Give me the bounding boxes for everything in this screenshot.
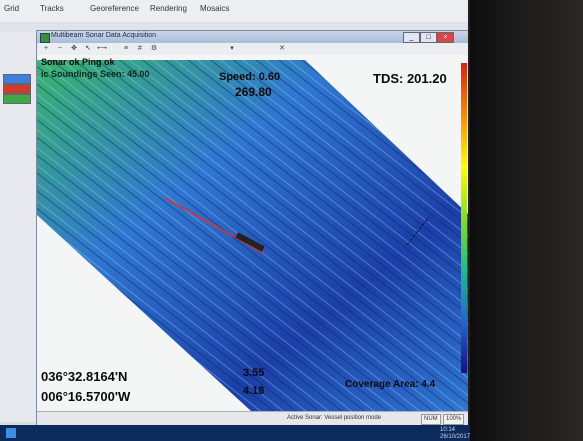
clock-date: 26/10/2017 xyxy=(440,434,471,440)
clock-time: 10:14 xyxy=(440,427,456,433)
monitor-screen: Grid Tracks Georeference Rendering Mosai… xyxy=(0,0,468,425)
window-titlebar[interactable]: Multibeam Sonar Data Acquisition _ □ × xyxy=(37,31,468,43)
sonar-status: Sonar ok Ping ok xyxy=(41,57,115,67)
cancel-tool-icon[interactable]: ✕ xyxy=(277,44,287,53)
dropdown-icon[interactable]: ▾ xyxy=(227,44,237,53)
zoom-out-icon[interactable]: − xyxy=(55,44,65,53)
monitor-bezel xyxy=(470,0,583,441)
status-cell-num: NUM xyxy=(421,414,441,425)
measure-icon[interactable]: ⟷ xyxy=(97,44,107,53)
settings-icon[interactable]: ⚙ xyxy=(149,44,159,53)
latitude-readout: 036°32.8164'N xyxy=(41,369,128,384)
depth-color-scale xyxy=(461,63,467,373)
color-swatch-red[interactable] xyxy=(3,84,31,94)
host-tab-tracks[interactable]: Tracks xyxy=(40,4,64,13)
close-button[interactable]: × xyxy=(437,32,454,43)
depth-value-a: 3.55 xyxy=(243,367,265,379)
minimize-button[interactable]: _ xyxy=(403,32,420,43)
heading-readout: 269.80 xyxy=(235,85,272,99)
host-tab-rendering[interactable]: Rendering xyxy=(150,4,187,13)
maximize-button[interactable]: □ xyxy=(420,32,437,43)
status-cell-zoom: 100% xyxy=(443,414,465,425)
color-swatch-green[interactable] xyxy=(3,94,31,104)
windows-start-icon[interactable] xyxy=(6,428,16,438)
statusbar-text: Active Sonar: Vessel position mode xyxy=(287,415,382,421)
window-statusbar: Active Sonar: Vessel position mode NUM 1… xyxy=(37,411,468,425)
zoom-in-icon[interactable]: + xyxy=(41,44,51,53)
coverage-readout: Coverage Area: 4.4 xyxy=(345,379,436,390)
depth-value-b: 4.18 xyxy=(243,385,265,397)
speed-readout: Speed: 0.60 xyxy=(219,71,281,83)
select-icon[interactable]: ↖ xyxy=(83,44,93,53)
longitude-readout: 006°16.5700'W xyxy=(41,389,131,404)
taskbar-clock[interactable]: 10:14 26/10/2017 xyxy=(440,427,470,441)
grid-icon[interactable]: # xyxy=(135,44,145,53)
sonar-map-view[interactable]: Sonar ok Ping ok ic Soundings Seen: 45.0… xyxy=(37,55,468,411)
bathymetry-swath xyxy=(37,60,468,411)
layers-icon[interactable]: ≡ xyxy=(121,44,131,53)
app-icon xyxy=(40,33,50,43)
host-tab-georeference[interactable]: Georeference xyxy=(90,4,139,13)
soundings-readout: ic Soundings Seen: 45.00 xyxy=(41,69,150,79)
host-tab-mosaics[interactable]: Mosaics xyxy=(200,4,229,13)
tds-readout: TDS: 201.20 xyxy=(373,71,447,86)
color-swatch-blue[interactable] xyxy=(3,74,31,84)
windows-taskbar: 10:14 26/10/2017 xyxy=(0,425,470,441)
host-menubar: Grid Tracks Georeference Rendering Mosai… xyxy=(0,0,468,23)
host-tab-grid[interactable]: Grid xyxy=(4,4,19,13)
sonar-window: Multibeam Sonar Data Acquisition _ □ × +… xyxy=(36,30,468,425)
window-title: Multibeam Sonar Data Acquisition xyxy=(51,32,157,39)
host-side-panel xyxy=(0,32,37,422)
pan-icon[interactable]: ✥ xyxy=(69,44,79,53)
